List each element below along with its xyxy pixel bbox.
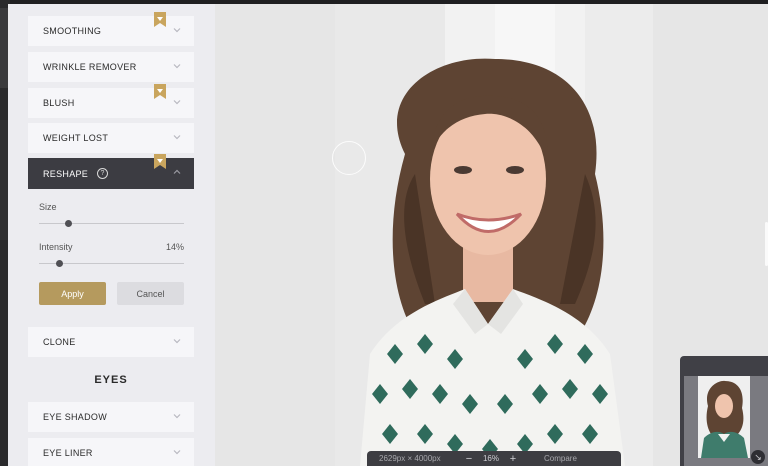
chevron-down-icon [173,135,181,140]
tool-label: SMOOTHING [43,26,102,36]
chevron-down-icon [173,450,181,455]
slider-knob[interactable] [55,260,63,267]
cancel-button[interactable]: Cancel [117,282,184,305]
tool-eye-shadow[interactable]: EYE SHADOW [28,402,194,432]
tool-label: WEIGHT LOST [43,133,109,143]
brush-cursor [332,141,366,175]
tool-clone[interactable]: CLONE [28,327,194,357]
tool-eye-liner[interactable]: EYE LINER [28,438,194,466]
tool-label: BLUSH [43,98,75,108]
status-bar: 2629px × 4000px − 16% + Compare [367,451,621,466]
tool-label: WRINKLE REMOVER [43,62,137,72]
section-title-eyes: EYES [94,374,128,386]
chevron-down-icon [173,414,181,419]
tool-reshape[interactable]: RESHAPE ? [28,154,194,189]
image-dimensions: 2629px × 4000px [379,454,441,463]
chevron-up-icon [173,169,181,174]
tool-label: CLONE [43,337,76,347]
chevron-down-icon [173,64,181,69]
size-label: Size [39,202,57,212]
slider-knob[interactable] [64,220,72,227]
tool-wrinkle-remover[interactable]: WRINKLE REMOVER [28,52,194,82]
resize-icon[interactable]: ↘ [751,450,765,464]
chevron-down-icon [173,339,181,344]
zoom-in-button[interactable]: + [504,453,522,464]
chevron-down-icon [173,28,181,33]
tool-label: RESHAPE [43,168,89,179]
navigator-thumbnail[interactable] [698,376,750,458]
tool-weight-lost[interactable]: WEIGHT LOST [28,123,194,153]
tool-label: EYE SHADOW [43,412,108,422]
intensity-value: 14% [165,242,184,252]
intensity-label: Intensity [39,242,73,252]
tools-panel: SMOOTHING WRINKLE REMOVER BLUSH WEIGHT L… [8,4,215,466]
tool-label: EYE LINER [43,448,93,458]
premium-badge-icon [154,12,166,27]
premium-badge-icon [154,154,166,169]
tool-blush[interactable]: BLUSH [28,84,194,118]
apply-button[interactable]: Apply [39,282,106,305]
premium-badge-icon [154,84,166,99]
navigator-panel: ↘ [680,356,768,466]
size-slider[interactable] [39,220,184,227]
zoom-out-button[interactable]: − [460,453,478,464]
portrait-photo[interactable] [335,4,653,466]
intensity-slider[interactable] [39,260,184,267]
compare-button[interactable]: Compare [544,454,577,463]
zoom-level: 16% [482,454,499,463]
chevron-down-icon [173,100,181,105]
tool-smoothing[interactable]: SMOOTHING [28,12,194,46]
help-icon[interactable]: ? [97,168,109,179]
